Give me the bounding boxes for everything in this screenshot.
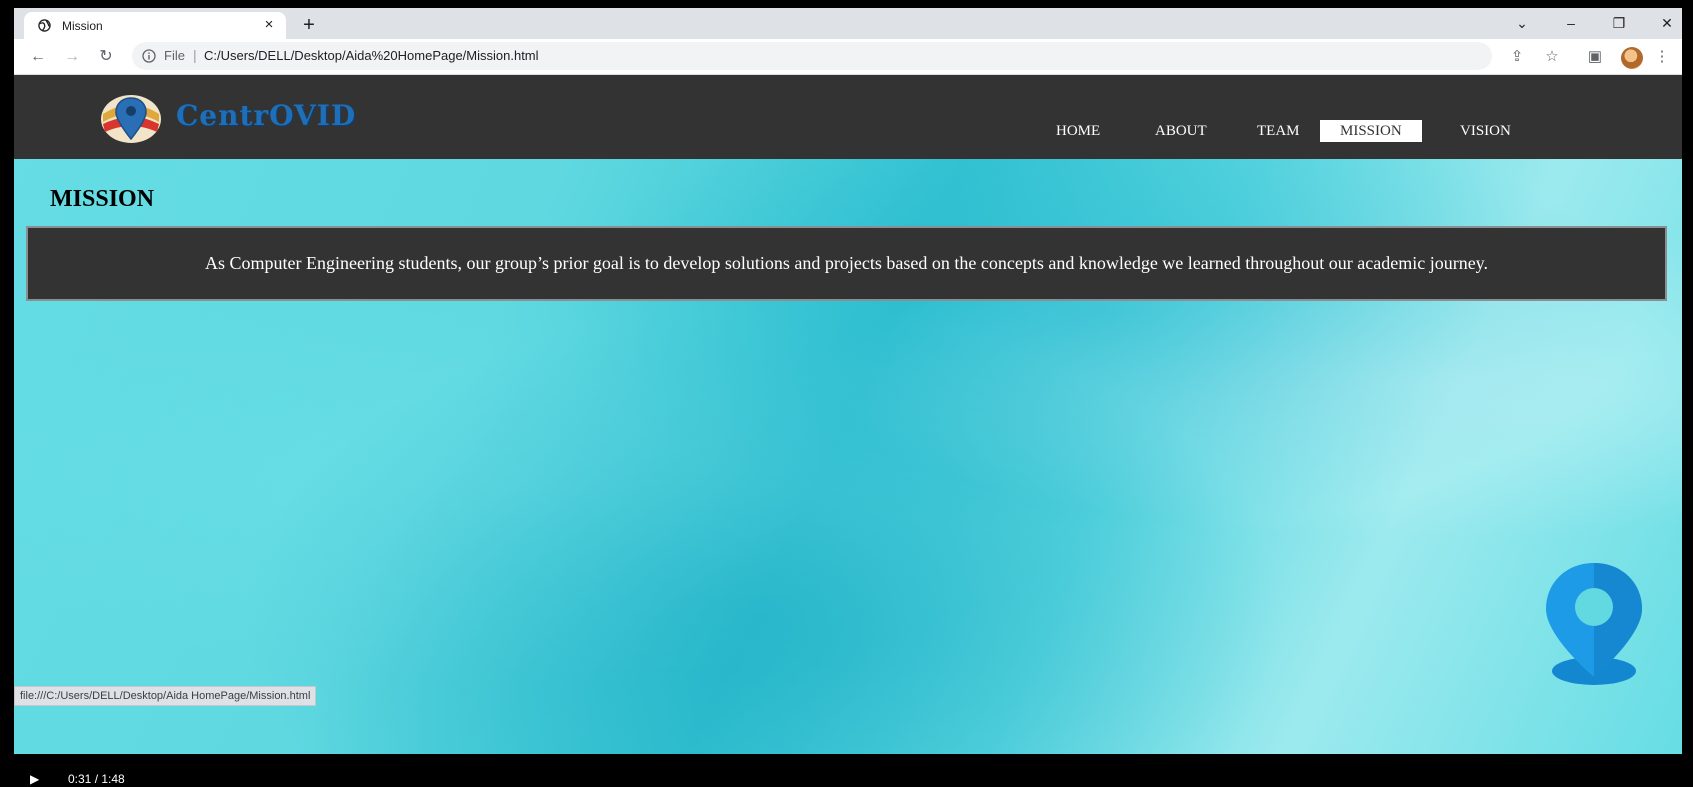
forward-icon[interactable]: → — [60, 45, 84, 69]
logo-text[interactable]: CentrOVID — [176, 99, 356, 132]
url-text[interactable]: C:/Users/DELL/Desktop/Aida%20HomePage/Mi… — [204, 48, 539, 63]
browser-toolbar: ← → ↻ File | C:/Users/DELL/Desktop/Aida%… — [14, 39, 1682, 75]
scheme-label: File — [164, 48, 185, 63]
mission-statement-text: As Computer Engineering students, our gr… — [204, 253, 1489, 273]
profile-avatar[interactable] — [1621, 47, 1643, 69]
info-icon[interactable] — [142, 49, 156, 63]
tab-search-icon[interactable]: ⌄ — [1505, 12, 1539, 34]
site-header: CentrOVID HOME ABOUT TEAM MISSION VISION — [14, 75, 1682, 159]
back-icon[interactable]: ← — [26, 45, 50, 69]
browser-window: Mission × + ⌄ – ❐ ✕ ← → ↻ File | C:/User… — [14, 8, 1682, 754]
tab-mission[interactable]: Mission × — [24, 12, 286, 39]
restore-icon[interactable]: ❐ — [1602, 12, 1636, 34]
share-icon[interactable]: ⇪ — [1508, 48, 1526, 66]
nav-about[interactable]: ABOUT — [1135, 120, 1227, 142]
tab-strip: Mission × + ⌄ – ❐ ✕ — [14, 8, 1682, 39]
close-window-icon[interactable]: ✕ — [1650, 12, 1682, 34]
page-viewport: CentrOVID HOME ABOUT TEAM MISSION VISION… — [14, 75, 1682, 754]
reload-icon[interactable]: ↻ — [94, 45, 118, 69]
menu-kebab-icon[interactable]: ⋮ — [1653, 48, 1671, 66]
bookmark-star-icon[interactable]: ☆ — [1543, 48, 1561, 66]
nav-vision[interactable]: VISION — [1440, 120, 1531, 142]
playback-time: 0:31 / 1:48 — [68, 772, 125, 786]
mission-statement-box: As Computer Engineering students, our gr… — [26, 226, 1667, 301]
nav-mission[interactable]: MISSION — [1320, 120, 1422, 142]
nav-team[interactable]: TEAM — [1237, 120, 1320, 142]
video-player-controls: ▶ 0:31 / 1:48 — [0, 760, 1693, 787]
location-pin-icon — [1546, 563, 1642, 685]
logo-pin-icon[interactable] — [100, 92, 162, 144]
status-bar-url: file:///C:/Users/DELL/Desktop/Aida HomeP… — [14, 686, 317, 706]
tab-title: Mission — [62, 19, 103, 33]
nav-home[interactable]: HOME — [1036, 120, 1120, 142]
side-panel-icon[interactable]: ▣ — [1586, 48, 1604, 66]
minimize-icon[interactable]: – — [1554, 12, 1588, 34]
page-title: MISSION — [50, 186, 155, 212]
address-separator: | — [193, 47, 197, 63]
close-tab-icon[interactable]: × — [260, 16, 278, 34]
globe-icon — [38, 19, 51, 32]
new-tab-button[interactable]: + — [298, 14, 320, 36]
play-icon[interactable]: ▶ — [30, 772, 39, 786]
address-bar[interactable]: File | C:/Users/DELL/Desktop/Aida%20Home… — [132, 42, 1492, 70]
